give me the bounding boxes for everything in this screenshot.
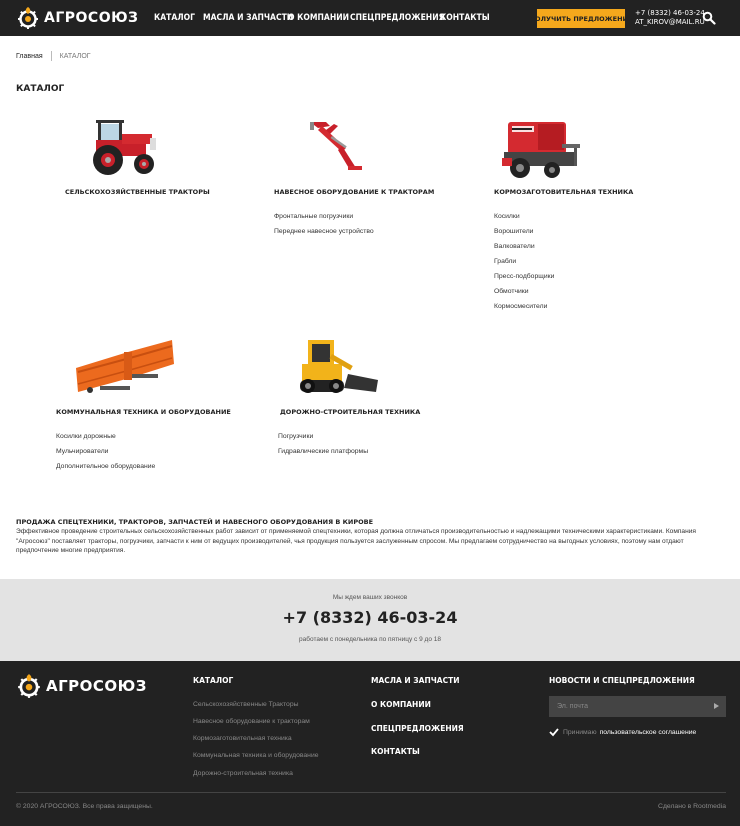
subcategory-link[interactable]: Грабли bbox=[494, 258, 516, 265]
category-title[interactable]: СЕЛЬСКОХОЗЯЙСТВЕННЫЕ ТРАКТОРЫ bbox=[65, 188, 210, 196]
subcategory-link[interactable]: Пресс-подборщики bbox=[494, 273, 554, 280]
category-title[interactable]: ДОРОЖНО-СТРОИТЕЛЬНАЯ ТЕХНИКА bbox=[280, 408, 420, 416]
site-header: АГРОСОЮЗ КАТАЛОГ МАСЛА И ЗАПЧАСТИ О КОМП… bbox=[0, 0, 740, 36]
subcategory-link[interactable]: Валкователи bbox=[494, 243, 535, 250]
nav-special-offers[interactable]: СПЕЦПРЕДЛОЖЕНИЯ bbox=[350, 13, 445, 23]
footer-catalog-link[interactable]: Дорожно-строительная техника bbox=[193, 770, 293, 777]
seo-text: Эффективное проведение строительных сель… bbox=[16, 528, 696, 554]
logo-text: АГРОСОЮЗ bbox=[44, 10, 139, 26]
checkmark-icon[interactable] bbox=[549, 727, 559, 737]
subcategory-link[interactable]: Кормосмесители bbox=[494, 303, 547, 310]
logo[interactable]: АГРОСОЮЗ bbox=[16, 5, 138, 31]
email-field[interactable] bbox=[549, 703, 699, 710]
gear-logo-icon bbox=[18, 674, 40, 698]
snow-plow-image[interactable] bbox=[72, 338, 176, 400]
nav-contacts[interactable]: КОНТАКТЫ bbox=[440, 13, 490, 23]
footer-nav-special-offers[interactable]: СПЕЦПРЕДЛОЖЕНИЯ bbox=[371, 724, 464, 733]
agree-text: Принимаю bbox=[563, 728, 597, 736]
footer-nav-contacts[interactable]: КОНТАКТЫ bbox=[371, 747, 420, 756]
footer-catalog-link[interactable]: Кормозаготовительная техника bbox=[193, 735, 292, 742]
site-footer: АГРОСОЮЗ КАТАЛОГ Сельскохозяйственные Тр… bbox=[0, 661, 740, 826]
category-title[interactable]: КОММУНАЛЬНАЯ ТЕХНИКА И ОБОРУДОВАНИЕ bbox=[56, 408, 231, 416]
gear-logo-icon bbox=[18, 7, 38, 29]
front-loader-image[interactable] bbox=[304, 118, 366, 176]
callback-hours: работаем с понедельника по пятницу с 9 д… bbox=[299, 636, 441, 643]
get-offer-button[interactable]: ПОЛУЧИТЬ ПРЕДЛОЖЕНИЕ bbox=[530, 9, 632, 28]
subcategory-link[interactable]: Фронтальные погрузчики bbox=[274, 213, 353, 220]
agreement-checkbox-row[interactable]: Принимаю пользовательское соглашение bbox=[549, 727, 696, 737]
footer-divider bbox=[16, 792, 726, 793]
callback-phone[interactable]: +7 (8332) 46-03-24 bbox=[0, 608, 740, 627]
breadcrumb: Главная КАТАЛОГ bbox=[16, 51, 91, 61]
submit-arrow-icon[interactable] bbox=[714, 703, 719, 709]
agreement-link[interactable]: пользовательское соглашение bbox=[600, 729, 697, 736]
nav-about[interactable]: О КОМПАНИИ bbox=[288, 13, 349, 23]
copyright: © 2020 АГРОСОЮЗ. Все права защищены. bbox=[16, 803, 153, 810]
footer-logo[interactable]: АГРОСОЮЗ bbox=[16, 673, 147, 699]
nav-oils-parts[interactable]: МАСЛА И ЗАПЧАСТИ bbox=[203, 13, 293, 23]
nav-catalog[interactable]: КАТАЛОГ bbox=[154, 13, 195, 23]
footer-nav-oils-parts[interactable]: МАСЛА И ЗАПЧАСТИ bbox=[371, 676, 459, 685]
footer-nav-about[interactable]: О КОМПАНИИ bbox=[371, 700, 431, 709]
subcategory-link[interactable]: Мульчирователи bbox=[56, 448, 108, 455]
subcategory-link[interactable]: Обмотчики bbox=[494, 288, 529, 295]
subcategory-link[interactable]: Дополнительное оборудование bbox=[56, 463, 155, 470]
footer-catalog-link[interactable]: Коммунальная техника и оборудование bbox=[193, 752, 319, 759]
subcategory-link[interactable]: Переднее навесное устройство bbox=[274, 228, 374, 235]
baler-image[interactable] bbox=[498, 114, 584, 182]
footer-catalog-link[interactable]: Навесное оборудование к тракторам bbox=[193, 718, 310, 725]
breadcrumb-current: КАТАЛОГ bbox=[59, 52, 91, 60]
breadcrumb-home[interactable]: Главная bbox=[16, 53, 43, 60]
header-email[interactable]: AT_KIROV@MAIL.RU bbox=[635, 18, 705, 27]
callback-subtitle: Мы ждем ваших звонков bbox=[332, 594, 408, 601]
footer-news-heading: НОВОСТИ И СПЕЦПРЕДЛОЖЕНИЯ bbox=[549, 676, 695, 685]
footer-catalog-link[interactable]: Сельскохозяйственные Тракторы bbox=[193, 701, 299, 708]
category-title[interactable]: КОРМОЗАГОТОВИТЕЛЬНАЯ ТЕХНИКА bbox=[494, 188, 633, 196]
footer-logo-text: АГРОСОЮЗ bbox=[46, 677, 147, 695]
seo-heading: ПРОДАЖА СПЕЦТЕХНИКИ, ТРАКТОРОВ, ЗАПЧАСТЕ… bbox=[16, 518, 374, 526]
subcategory-link[interactable]: Ворошители bbox=[494, 228, 533, 235]
page-title: КАТАЛОГ bbox=[16, 84, 65, 94]
skid-steer-image[interactable] bbox=[292, 336, 380, 402]
header-phone[interactable]: +7 (8332) 46-03-24 bbox=[635, 9, 705, 18]
subscribe-form bbox=[549, 696, 726, 717]
subcategory-link[interactable]: Косилки bbox=[494, 213, 520, 220]
tractor-image[interactable] bbox=[82, 116, 164, 178]
breadcrumb-separator bbox=[50, 51, 52, 61]
callback-section: Мы ждем ваших звонков +7 (8332) 46-03-24… bbox=[0, 579, 740, 661]
subcategory-link[interactable]: Гидравлические платформы bbox=[278, 448, 368, 455]
search-icon[interactable] bbox=[702, 11, 716, 25]
made-by-link[interactable]: Сделано в Rootmedia bbox=[658, 803, 726, 810]
subcategory-link[interactable]: Косилки дорожные bbox=[56, 433, 116, 440]
subcategory-link[interactable]: Погрузчики bbox=[278, 433, 313, 440]
category-title[interactable]: НАВЕСНОЕ ОБОРУДОВАНИЕ К ТРАКТОРАМ bbox=[274, 188, 434, 196]
footer-catalog-heading[interactable]: КАТАЛОГ bbox=[193, 676, 233, 685]
header-contacts: +7 (8332) 46-03-24 AT_KIROV@MAIL.RU bbox=[635, 9, 705, 27]
